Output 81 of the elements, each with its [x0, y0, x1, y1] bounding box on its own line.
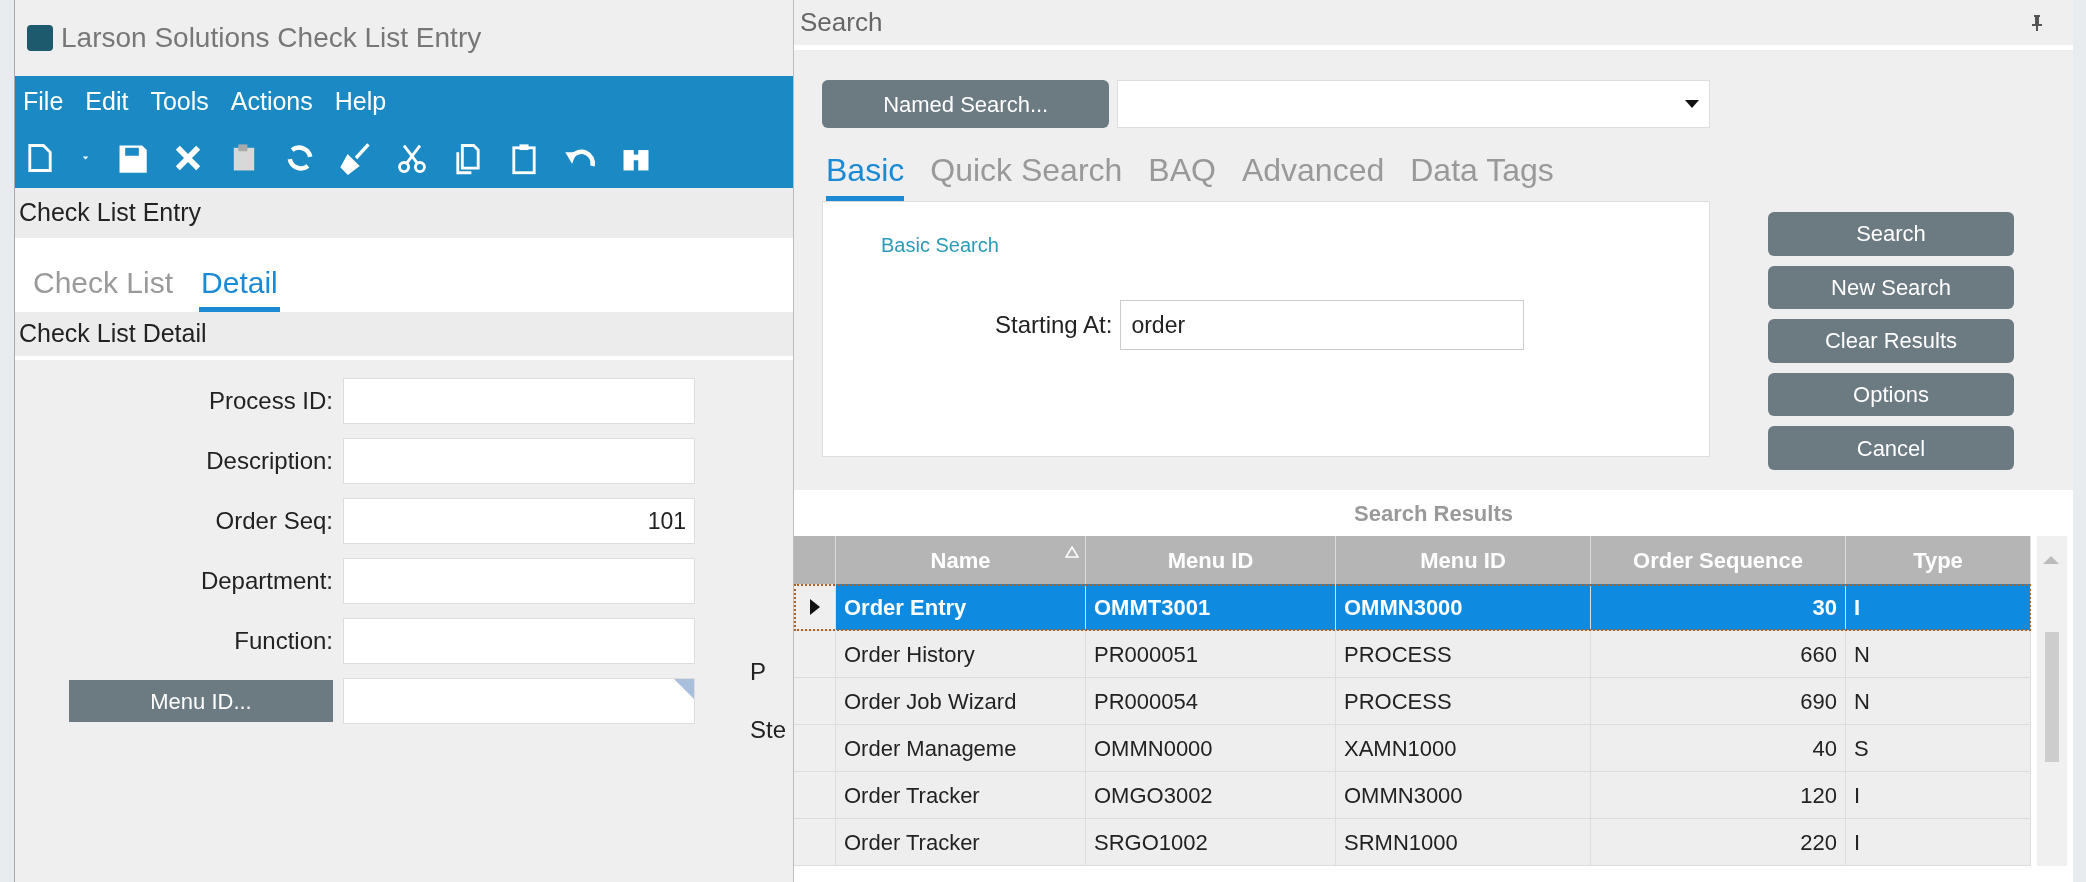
table-row[interactable]: Order History PR000051 PROCESS 660 N — [794, 631, 2031, 678]
input-field[interactable] — [343, 438, 695, 484]
tab[interactable]: Quick Search — [930, 146, 1123, 201]
table-cell: S — [1846, 725, 2031, 771]
table-cell: 220 — [1591, 819, 1846, 865]
table-cell: OMGO3002 — [1086, 772, 1336, 818]
tab[interactable]: Data Tags — [1410, 146, 1554, 201]
field-label: Ste — [750, 715, 787, 745]
menu-item[interactable]: Help — [334, 83, 387, 121]
dropdown-field[interactable] — [1117, 80, 1710, 128]
table-cell: 30 — [1591, 584, 1846, 630]
input-field[interactable] — [343, 378, 695, 424]
table-cell: PR000054 — [1086, 678, 1336, 724]
field-label: Process ID: — [207, 386, 333, 416]
table-row[interactable]: Order Tracker OMGO3002 OMMN3000 120 I — [794, 772, 2031, 819]
table-cell: PROCESS — [1336, 631, 1591, 677]
panel-title: Basic Search — [881, 233, 999, 258]
corner-marker-icon — [674, 679, 694, 699]
table-cell: Order Manageme — [836, 725, 1086, 771]
field-label: Department: — [199, 566, 333, 596]
table-row[interactable]: Order Manageme OMMN0000 XAMN1000 40 S — [794, 725, 2031, 772]
dropdown-caret-icon[interactable] — [1685, 100, 1699, 108]
named-search-button[interactable]: Named Search... — [822, 80, 1110, 128]
table-cell: OMMN0000 — [1086, 725, 1336, 771]
menu-id-button[interactable]: Menu ID... — [69, 680, 333, 722]
input-field[interactable] — [343, 618, 695, 664]
scrollbar-thumb[interactable] — [2045, 632, 2059, 762]
input-field[interactable]: 101 — [343, 498, 695, 544]
table-cell: SRMN1000 — [1336, 819, 1591, 865]
table-cell: Order Tracker — [836, 772, 1086, 818]
table-cell: XAMN1000 — [1336, 725, 1591, 771]
tab[interactable]: BAQ — [1148, 146, 1216, 201]
broom-icon[interactable] — [339, 141, 373, 175]
tab[interactable]: Advanced — [1241, 146, 1385, 201]
field-label: Starting At: — [995, 310, 1113, 340]
app-icon — [27, 25, 53, 51]
current-row-icon — [809, 599, 820, 615]
field-label: Description: — [205, 446, 333, 476]
table-cell: PR000051 — [1086, 631, 1336, 677]
table-row[interactable]: Order Entry OMMT3001 OMMN3000 30 I — [794, 584, 2031, 631]
search-button[interactable]: Search — [1768, 212, 2014, 256]
pin-icon[interactable] — [2031, 14, 2043, 31]
field-label: Function: — [233, 626, 333, 656]
table-cell: I — [1846, 772, 2031, 818]
search-button[interactable]: Cancel — [1768, 426, 2014, 470]
field-label: P — [750, 657, 766, 687]
table-cell: Order Tracker — [836, 819, 1086, 865]
scrollbar[interactable] — [2037, 536, 2067, 866]
menu-item[interactable]: Actions — [230, 83, 313, 121]
table-cell: OMMT3001 — [1086, 584, 1336, 630]
menu-item[interactable]: Edit — [85, 83, 129, 121]
table-cell: OMMN3000 — [1336, 584, 1591, 630]
table-cell: N — [1846, 631, 2031, 677]
window-title: Search — [800, 6, 883, 39]
search-button[interactable]: New Search — [1768, 265, 2014, 310]
menu-item[interactable]: File — [23, 83, 64, 121]
table-cell: 40 — [1591, 725, 1846, 771]
table-row[interactable]: Order Job Wizard PR000054 PROCESS 690 N — [794, 678, 2031, 725]
table-cell: N — [1846, 678, 2031, 724]
table-cell: Order Job Wizard — [836, 678, 1086, 724]
search-button[interactable]: Clear Results — [1768, 319, 2014, 363]
field-label: Order Seq: — [214, 506, 333, 536]
table-cell: SRGO1002 — [1086, 819, 1336, 865]
table-cell: 120 — [1591, 772, 1846, 818]
table-cell: I — [1846, 819, 2031, 865]
table-row[interactable]: Order Tracker SRGO1002 SRMN1000 220 I — [794, 819, 2031, 866]
input-field[interactable]: order — [1120, 300, 1525, 350]
window-title: Larson Solutions Check List Entry — [61, 21, 482, 55]
menu-item[interactable]: Tools — [150, 83, 209, 121]
table-cell: PROCESS — [1336, 678, 1591, 724]
table-cell: I — [1846, 584, 2031, 630]
table-cell: Order Entry — [836, 584, 1086, 630]
results-title: Search Results — [1353, 499, 1514, 528]
table-cell: Order History — [836, 631, 1086, 677]
input-field[interactable] — [343, 558, 695, 604]
table-cell: 690 — [1591, 678, 1846, 724]
input-field[interactable] — [343, 678, 695, 724]
table-cell: OMMN3000 — [1336, 772, 1591, 818]
search-button[interactable]: Options — [1768, 372, 2014, 417]
table-cell: 660 — [1591, 631, 1846, 677]
tab[interactable]: Check List — [31, 260, 176, 312]
